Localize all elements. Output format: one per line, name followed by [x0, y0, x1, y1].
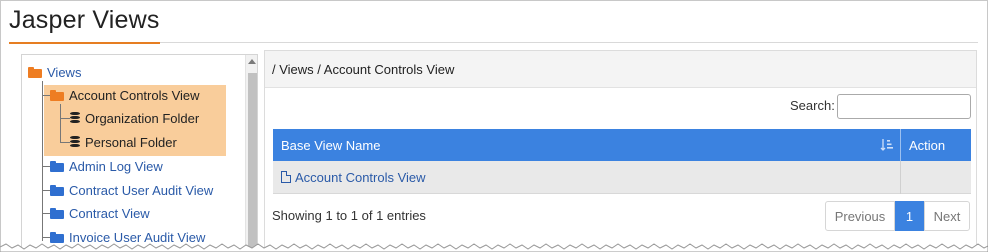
tree-node-contract-user-audit-view[interactable]: Contract User Audit View: [50, 180, 213, 200]
table-header: Base View Name Action: [273, 129, 971, 161]
tree-connector: [60, 142, 70, 143]
folder-icon: [50, 184, 64, 196]
tree-connector: [42, 95, 50, 96]
tree-node-label: Organization Folder: [85, 110, 200, 126]
page-1-button[interactable]: 1: [895, 201, 924, 231]
tree-node-admin-log-view[interactable]: Admin Log View: [50, 156, 163, 176]
tree-connector: [42, 166, 50, 167]
tree-connector: [60, 104, 61, 143]
title-underline: [9, 42, 160, 44]
scrollbar-thumb[interactable]: [248, 73, 257, 251]
tree-node-views[interactable]: Views: [28, 62, 81, 82]
breadcrumb: / Views / Account Controls View: [265, 51, 976, 88]
action-cell: [901, 161, 971, 194]
sort-icon[interactable]: [880, 138, 894, 152]
content-panel: / Views / Account Controls View Search: …: [264, 50, 977, 252]
folder-icon: [50, 160, 64, 172]
column-header-label: Base View Name: [281, 138, 381, 153]
tree-connector: [42, 213, 50, 214]
tree-node-organization-folder[interactable]: Organization Folder: [70, 108, 199, 128]
tree-node-contract-view[interactable]: Contract View: [50, 203, 150, 223]
title-divider: [160, 42, 978, 43]
view-name-link[interactable]: Account Controls View: [295, 170, 426, 185]
page-title: Jasper Views: [9, 6, 160, 34]
tree-node-personal-folder[interactable]: Personal Folder: [70, 132, 177, 152]
tree-connector: [42, 237, 50, 238]
tree-connector: [42, 81, 43, 241]
tree-node-label: Views: [47, 64, 82, 80]
tree-scrollbar[interactable]: [245, 55, 257, 251]
tree-connector: [60, 118, 70, 119]
tree-node-account-controls-view[interactable]: Account Controls View: [50, 85, 200, 105]
database-icon: [70, 112, 80, 124]
next-page-button[interactable]: Next: [924, 201, 970, 231]
view-name-cell[interactable]: Account Controls View: [273, 161, 901, 194]
document-icon: [281, 171, 291, 183]
tree-node-label: Contract View: [69, 205, 150, 221]
column-header-label: Action: [909, 138, 946, 153]
scroll-up-arrow-icon[interactable]: [248, 59, 256, 64]
torn-edge-decoration: [0, 243, 988, 252]
column-header-base-view-name[interactable]: Base View Name: [273, 129, 901, 161]
search-input[interactable]: [837, 94, 971, 119]
folder-icon: [50, 207, 64, 219]
folder-open-icon: [50, 89, 64, 101]
search-label: Search:: [790, 98, 835, 113]
table-row: Account Controls View: [273, 161, 971, 194]
folder-icon: [50, 231, 64, 243]
table-info: Showing 1 to 1 of 1 entries: [272, 208, 426, 223]
folder-open-icon: [28, 66, 42, 78]
column-header-action: Action: [901, 129, 971, 161]
tree-node-label: Account Controls View: [69, 87, 200, 103]
tree-node-label: Admin Log View: [69, 158, 163, 174]
tree-node-label: Contract User Audit View: [69, 182, 214, 198]
views-tree-panel: Views Account Controls View Organization…: [21, 54, 258, 252]
previous-page-button[interactable]: Previous: [825, 201, 895, 231]
tree-connector: [42, 190, 50, 191]
pagination: Previous 1 Next: [825, 201, 970, 231]
tree-node-label: Personal Folder: [85, 134, 177, 150]
database-icon: [70, 136, 80, 148]
